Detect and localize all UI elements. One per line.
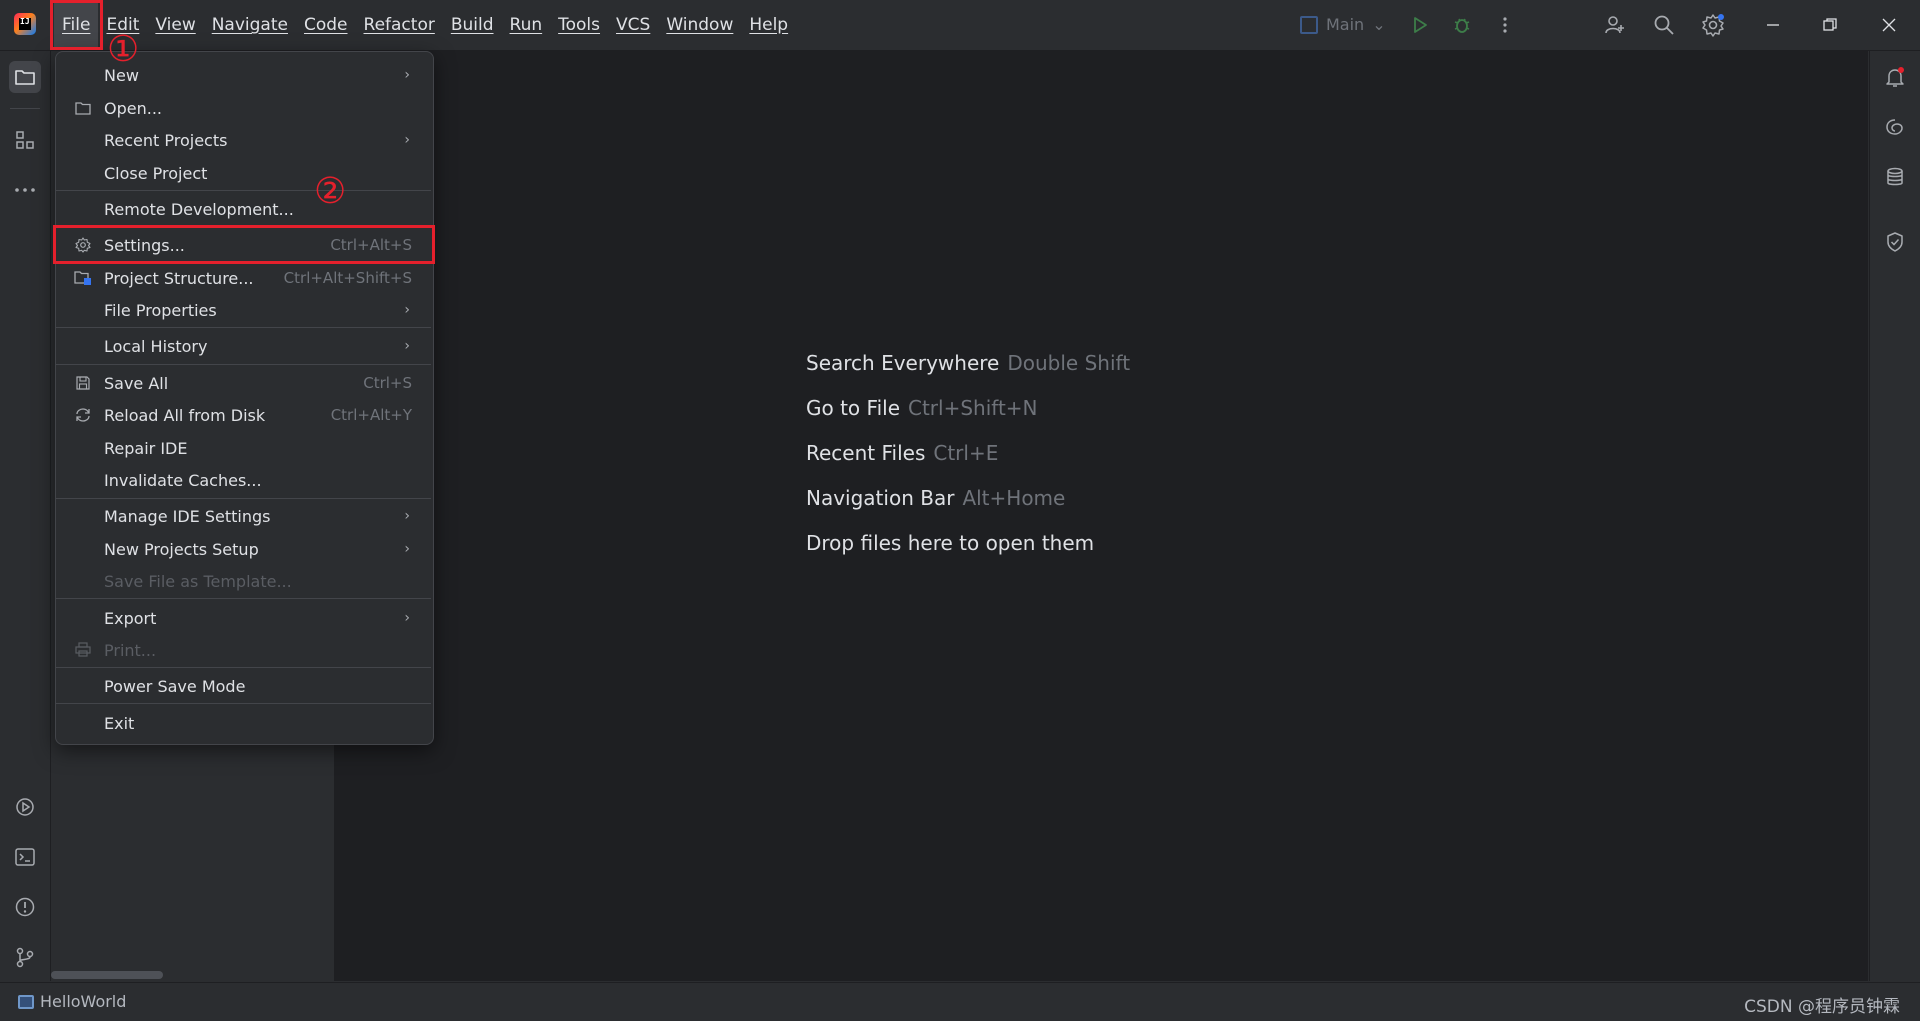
problems-icon[interactable] [9,891,41,923]
menu-refactor[interactable]: Refactor [356,0,443,50]
close-icon[interactable] [1876,12,1902,38]
search-icon[interactable] [1651,12,1677,38]
left-tool-strip [0,51,51,981]
menu-item-save-all[interactable]: Save All Ctrl+S [64,368,424,398]
menu-help[interactable]: Help [741,0,796,50]
chevron-right-icon: › [404,338,410,354]
chevron-right-icon: › [404,610,410,626]
save-icon [74,374,92,392]
menu-item-project-structure[interactable]: Project Structure... Ctrl+Alt+Shift+S [64,263,424,293]
intellij-logo-icon[interactable]: IJ [14,13,36,35]
menu-item-print: Print... [64,635,424,665]
menu-item-export[interactable]: Export › [64,603,424,633]
menu-item-exit[interactable]: Exit [64,708,424,738]
menu-separator [56,498,431,499]
hint-go-to-file: Go to File Ctrl+Shift+N [806,396,1038,420]
more-actions-icon[interactable] [1492,12,1518,38]
menu-item-open[interactable]: Open... [64,93,424,123]
menu-item-repair-ide[interactable]: Repair IDE [64,433,424,463]
run-icon[interactable] [1407,12,1433,38]
menu-item-remote-development[interactable]: Remote Development... [64,194,424,224]
structure-icon[interactable] [9,124,41,156]
file-menu-dropdown: New › Open... Recent Projects › Close Pr… [55,51,434,745]
menu-separator [56,667,431,668]
debug-icon[interactable] [1449,12,1475,38]
menu-navigate[interactable]: Navigate [204,0,296,50]
run-config-selector[interactable]: Main ⌄ [1300,15,1386,34]
menu-separator [56,598,431,599]
status-project-widget[interactable]: HelloWorld [18,992,126,1011]
project-folder-icon[interactable] [9,61,41,93]
restore-icon[interactable] [1817,12,1843,38]
ai-assistant-icon[interactable] [1879,111,1911,143]
menu-item-new-projects-setup[interactable]: New Projects Setup › [64,534,424,564]
run-config-icon [1300,15,1318,34]
minimize-icon[interactable] [1760,12,1786,38]
hint-recent-files: Recent Files Ctrl+E [806,441,999,465]
menu-item-local-history[interactable]: Local History › [64,331,424,361]
database-icon[interactable] [1879,161,1911,193]
menu-item-recent-projects[interactable]: Recent Projects › [64,125,424,155]
services-icon[interactable] [9,791,41,823]
notifications-icon[interactable] [1879,61,1911,93]
more-tools-icon[interactable] [9,174,41,206]
folder-icon [74,99,92,117]
print-icon [74,641,92,659]
menu-item-reload-all[interactable]: Reload All from Disk Ctrl+Alt+Y [64,400,424,430]
status-project-name: HelloWorld [40,992,127,1011]
menu-tools[interactable]: Tools [550,0,608,50]
git-branch-icon[interactable] [9,941,41,973]
reload-icon [74,406,92,424]
hint-drop-files: Drop files here to open them [806,531,1095,555]
menu-separator [56,703,431,704]
menu-item-manage-ide-settings[interactable]: Manage IDE Settings › [64,501,424,531]
status-bar: HelloWorld CSDN @程序员钟霖 [0,982,1920,1021]
main-menu-bar: File Edit View Navigate Code Refactor Bu… [54,0,796,50]
hint-search-everywhere: Search Everywhere Double Shift [806,351,1131,375]
csdn-watermark: CSDN @程序员钟霖 [1744,997,1900,1017]
menu-item-file-properties[interactable]: File Properties › [64,295,424,325]
menu-separator [56,364,431,365]
run-config-label: Main [1326,15,1365,34]
menu-vcs[interactable]: VCS [608,0,658,50]
chevron-right-icon: › [404,508,410,524]
menu-build[interactable]: Build [443,0,502,50]
project-structure-icon [74,269,92,287]
shield-icon[interactable] [1879,226,1911,258]
chevron-right-icon: › [404,302,410,318]
chevron-right-icon: › [404,541,410,557]
horizontal-scrollbar[interactable] [51,971,163,979]
chevron-right-icon: › [404,132,410,148]
annotation-box-settings [53,225,435,264]
annotation-step-1: ① [107,29,140,70]
menu-view[interactable]: View [147,0,203,50]
editor-empty-hints: Search Everywhere Double Shift Go to File… [806,351,1130,576]
hint-navigation-bar: Navigation Bar Alt+Home [806,486,1066,510]
menu-item-power-save-mode[interactable]: Power Save Mode [64,671,424,701]
menu-item-invalidate-caches[interactable]: Invalidate Caches... [64,465,424,495]
terminal-icon[interactable] [9,841,41,873]
code-with-me-icon[interactable] [1602,12,1628,38]
menu-run[interactable]: Run [502,0,551,50]
right-tool-strip [1869,51,1920,981]
gear-icon[interactable] [1700,12,1726,38]
chevron-down-icon: ⌄ [1372,15,1386,34]
menu-separator [56,190,431,191]
project-icon [18,994,34,1009]
menu-separator [56,327,431,328]
menu-code[interactable]: Code [296,0,356,50]
editor-area: Search Everywhere Double Shift Go to File… [335,51,1868,981]
menu-item-save-file-as-template: Save File as Template... [104,571,292,591]
annotation-step-2: ② [314,171,347,212]
menu-window[interactable]: Window [658,0,741,50]
menu-item-close-project[interactable]: Close Project [64,158,424,188]
chevron-right-icon: › [404,67,410,83]
annotation-box-file-menu [50,0,103,50]
title-bar: IJ File Edit View Navigate Code Refactor… [0,0,1920,51]
